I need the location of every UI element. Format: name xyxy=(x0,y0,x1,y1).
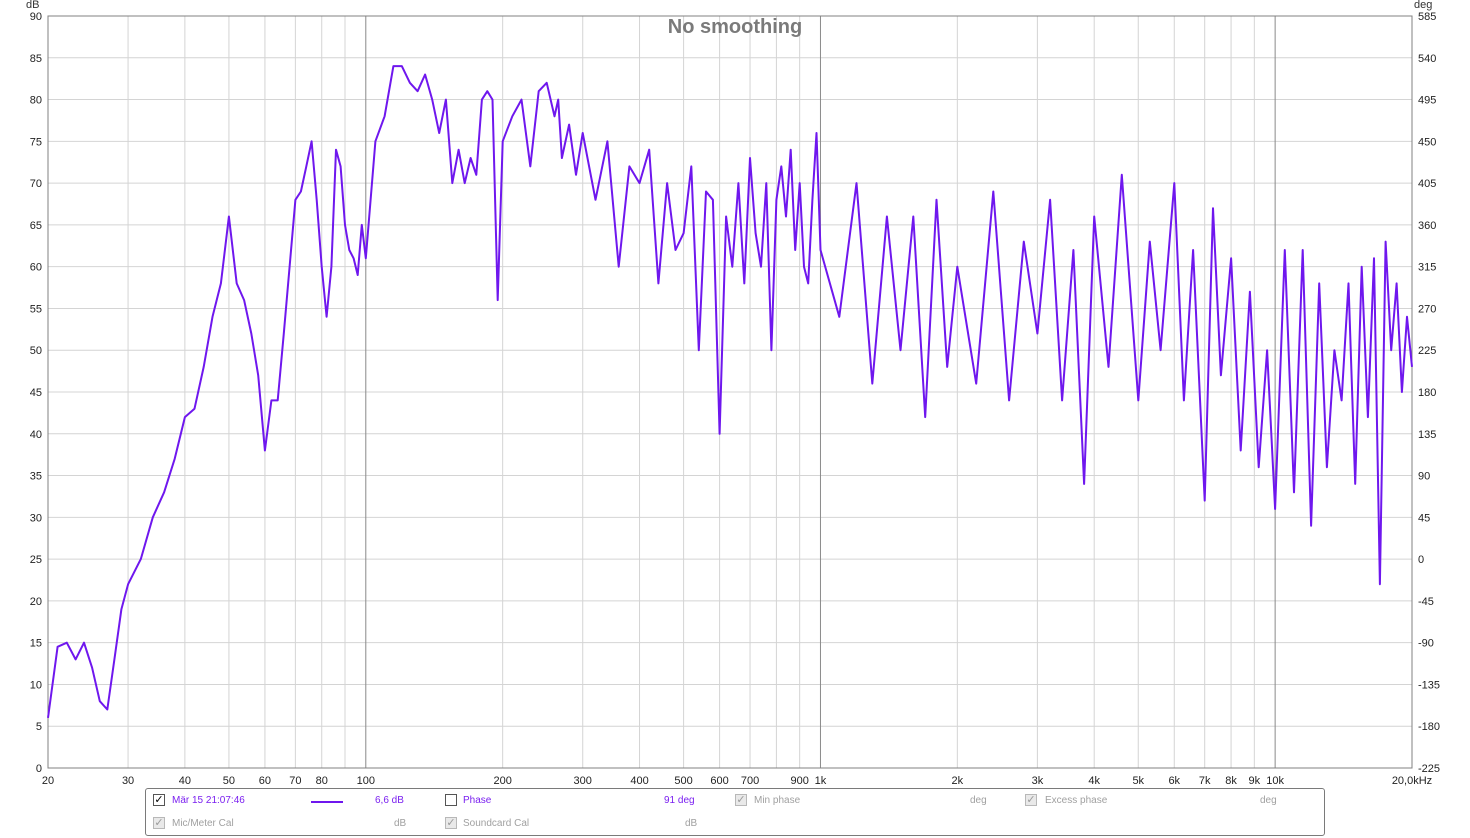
x-tick-label: 900 xyxy=(790,775,808,786)
y-tick-label: 20 xyxy=(30,596,42,608)
frequency-response-chart: 0 5 10 15 20 25 30 35 40 45 50 55 60 65 70 75 80 85 90 -22… xyxy=(26,0,1440,786)
x-tick-label: 70 xyxy=(289,775,301,786)
x-tick-label: 50 xyxy=(223,775,235,786)
x-tick-label: 100 xyxy=(357,775,375,786)
x-tick-label: 7k xyxy=(1199,775,1211,786)
y-right-tick-label: 540 xyxy=(1418,53,1436,65)
y-right-tick-label: 315 xyxy=(1418,262,1436,274)
y-right-tick-label: -225 xyxy=(1418,763,1440,775)
y-tick-label: 0 xyxy=(36,763,42,775)
x-tick-label: 500 xyxy=(674,775,692,786)
y-tick-label: 60 xyxy=(30,262,42,274)
mic-cal-checkbox[interactable]: ✓ xyxy=(153,817,165,829)
excess-phase-unit: deg xyxy=(1260,795,1277,806)
y-right-tick-label: 495 xyxy=(1418,95,1436,107)
min-phase-checkbox[interactable]: ✓ xyxy=(735,794,747,806)
x-tick-label: 300 xyxy=(574,775,592,786)
x-tick-label: 80 xyxy=(316,775,328,786)
phase-checkbox[interactable] xyxy=(445,794,457,806)
y-tick-label: 15 xyxy=(30,638,42,650)
trace-checkbox[interactable]: ✓ xyxy=(153,794,165,806)
y-right-tick-label: 585 xyxy=(1418,11,1436,23)
x-tick-label: 10k xyxy=(1266,775,1284,786)
x-tick-label: 400 xyxy=(630,775,648,786)
y-right-tick-label: 450 xyxy=(1418,136,1436,148)
y-tick-label: 80 xyxy=(30,95,42,107)
y-right-tick-label: -180 xyxy=(1418,721,1440,733)
excess-phase-label: Excess phase xyxy=(1045,795,1108,806)
y-axis-right: -225 -180 -135 -90 -45 0 45 90 135 180 225 270 315 36… xyxy=(1418,11,1440,775)
legend-panel: ✓ Mär 15 21:07:46 6,6 dB Phase 91 deg ✓ … xyxy=(145,788,1325,836)
excess-phase-checkbox[interactable]: ✓ xyxy=(1025,794,1037,806)
y-right-tick-label: 225 xyxy=(1418,345,1436,357)
x-tick-label: 1k xyxy=(815,775,827,786)
phase-label: Phase xyxy=(463,795,492,806)
soundcard-cal-checkbox[interactable]: ✓ xyxy=(445,817,457,829)
y-right-tick-label: 405 xyxy=(1418,178,1436,190)
y-tick-label: 75 xyxy=(30,136,42,148)
x-tick-label: 4k xyxy=(1088,775,1100,786)
soundcard-cal-label: Soundcard Cal xyxy=(463,818,530,829)
x-tick-label: 30 xyxy=(122,775,134,786)
trace-color-swatch xyxy=(311,801,343,803)
y-left-unit: dB xyxy=(26,0,39,11)
trace-label: Mär 15 21:07:46 xyxy=(172,795,245,806)
min-phase-label: Min phase xyxy=(754,795,801,806)
y-right-tick-label: 180 xyxy=(1418,387,1436,399)
x-tick-label: 600 xyxy=(710,775,728,786)
x-tick-label: 9k xyxy=(1249,775,1261,786)
x-tick-label: 20 xyxy=(42,775,54,786)
y-right-tick-label: 0 xyxy=(1418,554,1424,566)
x-tick-label: 8k xyxy=(1225,775,1237,786)
y-right-tick-label: -90 xyxy=(1418,638,1434,650)
x-tick-label: 6k xyxy=(1168,775,1180,786)
y-tick-label: 5 xyxy=(36,721,42,733)
y-tick-label: 40 xyxy=(30,429,42,441)
trace-value: 6,6 dB xyxy=(375,795,404,806)
y-tick-label: 85 xyxy=(30,53,42,65)
chart-title: No smoothing xyxy=(668,16,802,38)
y-right-tick-label: 90 xyxy=(1418,471,1430,483)
min-phase-unit: deg xyxy=(970,795,987,806)
y-tick-label: 35 xyxy=(30,471,42,483)
y-right-tick-label: -45 xyxy=(1418,596,1434,608)
y-tick-label: 90 xyxy=(30,11,42,23)
x-tick-label: 40 xyxy=(179,775,191,786)
y-tick-label: 55 xyxy=(30,303,42,315)
y-right-unit: deg xyxy=(1414,0,1432,11)
y-right-tick-label: -135 xyxy=(1418,679,1440,691)
y-tick-label: 30 xyxy=(30,512,42,524)
y-tick-label: 25 xyxy=(30,554,42,566)
y-right-tick-label: 360 xyxy=(1418,220,1436,232)
phase-value: 91 deg xyxy=(664,795,695,806)
y-right-tick-label: 270 xyxy=(1418,303,1436,315)
x-tick-label: 5k xyxy=(1132,775,1144,786)
x-tick-label: 2k xyxy=(952,775,964,786)
y-tick-label: 50 xyxy=(30,345,42,357)
y-right-tick-label: 45 xyxy=(1418,512,1430,524)
x-tick-label: 20,0kHz xyxy=(1392,775,1432,786)
y-tick-label: 65 xyxy=(30,220,42,232)
x-tick-label: 700 xyxy=(741,775,759,786)
y-tick-label: 45 xyxy=(30,387,42,399)
y-axis-left: 0 5 10 15 20 25 30 35 40 45 50 55 60 65 70 75 80 85 90 xyxy=(30,11,42,775)
x-tick-label: 60 xyxy=(259,775,271,786)
mic-cal-label: Mic/Meter Cal xyxy=(172,818,234,829)
y-tick-label: 70 xyxy=(30,178,42,190)
mic-cal-unit: dB xyxy=(394,818,407,829)
x-tick-label: 3k xyxy=(1032,775,1044,786)
x-axis: 20 30 40 50 60 70 80 100 200 300 400 500 600 700 900 1k… xyxy=(42,775,1432,786)
y-tick-label: 10 xyxy=(30,679,42,691)
y-right-tick-label: 135 xyxy=(1418,429,1436,441)
x-tick-label: 200 xyxy=(493,775,511,786)
soundcard-cal-unit: dB xyxy=(685,818,698,829)
